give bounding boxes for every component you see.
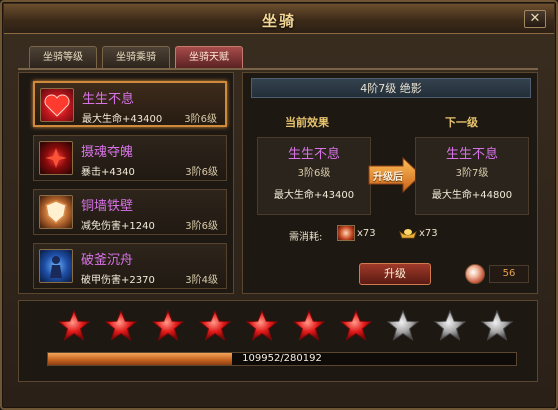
close-button[interactable]: ✕ [524,10,546,28]
soul-icon [39,141,73,175]
exp-progress-bar: 109952/280192 [47,352,517,366]
talent-name: 生生不息 [82,92,135,107]
upgrade-button[interactable]: 升级 [359,263,431,285]
current-talent-attr: 最大生命+43400 [273,190,355,201]
gold-ingot-icon [399,226,417,242]
talent-item-pofuchenzhou[interactable]: 破釜沉舟 破甲伤害+2370 3阶4级 [33,243,227,289]
tab-divider [18,68,538,70]
heart-icon [40,88,74,122]
star-progress-panel: 109952/280192 [18,300,538,382]
talent-name: 摄魂夺魄 [81,145,134,160]
next-effect-box: 生生不息 3阶7级 最大生命+44800 [415,137,529,215]
window-title: 坐骑 [261,12,296,30]
tab-mount-ride[interactable]: 坐骑乘骑 [102,46,170,68]
talent-item-tongqiangtiebi[interactable]: 铜墙铁壁 减免伤害+1240 3阶6级 [33,189,227,235]
star-filled-icon [198,309,232,343]
star-filled-icon [292,309,326,343]
talent-attr: 破甲伤害+2370 [81,275,155,286]
arrow-label: 升级后 [373,172,403,183]
next-talent-level: 3阶7级 [455,168,489,179]
title-bar[interactable]: 坐骑 ✕ [4,4,554,34]
current-effect-label: 当前效果 [285,116,329,129]
mount-window: 坐骑 ✕ 坐骑等级 坐骑乘骑 坐骑天赋 生生不息 最大生命+43400 3阶6级… [0,0,558,410]
next-talent-attr: 最大生命+44800 [431,190,513,201]
current-effect-box: 生生不息 3阶6级 最大生命+43400 [257,137,371,215]
gem-count: 56 [489,265,529,283]
star-empty-icon [433,309,467,343]
talent-name: 铜墙铁壁 [81,199,134,214]
gem-icon [465,264,485,284]
cost-count-gold: x73 [419,228,438,239]
stage-header: 4阶7级 绝影 [251,78,531,98]
talent-detail: 4阶7级 绝影 当前效果 下一级 生生不息 3阶6级 最大生命+43400 升级… [242,72,538,294]
shield-icon [39,195,73,229]
exp-progress-text: 109952/280192 [242,353,322,364]
talent-level: 3阶6级 [184,114,217,125]
talent-list: 生生不息 最大生命+43400 3阶6级 摄魂夺魄 暴击+4340 3阶6级 铜… [18,72,234,294]
talent-level: 3阶6级 [185,221,218,232]
talent-name: 破釜沉舟 [81,253,134,268]
talent-level: 3阶6级 [185,167,218,178]
talent-attr: 减免伤害+1240 [81,221,155,232]
cost-count-item: x73 [357,228,376,239]
tab-mount-level[interactable]: 坐骑等级 [29,46,97,68]
current-talent-level: 3阶6级 [297,168,331,179]
talent-item-shehunduopo[interactable]: 摄魂夺魄 暴击+4340 3阶6级 [33,135,227,181]
consumable-item-icon [337,225,355,241]
talent-level: 3阶4级 [185,275,218,286]
star-empty-icon [480,309,514,343]
tab-mount-talent[interactable]: 坐骑天赋 [175,46,243,68]
next-talent-name: 生生不息 [445,147,498,162]
star-filled-icon [245,309,279,343]
close-icon: ✕ [529,11,541,26]
star-filled-icon [57,309,91,343]
warrior-icon [39,249,73,283]
talent-attr: 最大生命+43400 [82,114,163,125]
talent-item-shengshengbuxi[interactable]: 生生不息 最大生命+43400 3阶6级 [33,81,227,127]
star-filled-icon [151,309,185,343]
current-talent-name: 生生不息 [287,147,340,162]
talent-attr: 暴击+4340 [81,167,135,178]
star-filled-icon [104,309,138,343]
star-empty-icon [386,309,420,343]
consume-label: 需消耗: [289,232,323,243]
next-level-label: 下一级 [445,116,478,129]
star-filled-icon [339,309,373,343]
